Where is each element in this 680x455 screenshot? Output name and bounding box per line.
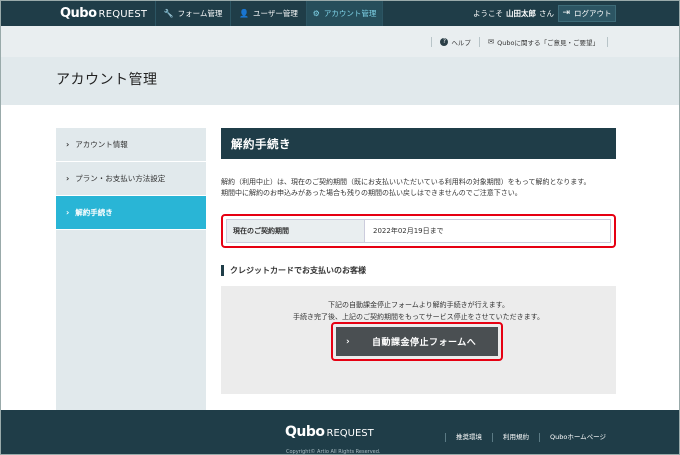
- contract-period-highlight: 現在のご契約期間 2022年02月19日まで: [221, 214, 616, 248]
- welcome-suffix: さん: [539, 8, 554, 18]
- mail-icon: ✉: [487, 37, 495, 46]
- top-nav: Qubo REQUEST 🔧 フォーム管理 👤 ユーザー管理 ⚙ アカウント管理…: [0, 0, 680, 26]
- auto-billing-stop-button[interactable]: › 自動課金停止フォームへ: [336, 327, 498, 356]
- sidebar-item-label: プラン・お支払い方法設定: [75, 174, 166, 183]
- page-title: アカウント管理: [56, 72, 158, 88]
- auto-billing-stop-label: 自動課金停止フォームへ: [372, 338, 477, 348]
- sidebar-item-account-info[interactable]: › アカウント情報: [56, 128, 206, 162]
- brand-logo-q: Qubo: [60, 5, 97, 21]
- section-title: 解約手続き: [221, 128, 616, 159]
- welcome-message: ようこそ 山田太郎 さん: [473, 8, 554, 19]
- sub-bar: ? ヘルプ ✉ Quboに関する「ご意見・ご要望」: [0, 26, 680, 57]
- nav-account-management-label: アカウント管理: [323, 8, 377, 18]
- nav-form-management[interactable]: 🔧 フォーム管理: [155, 0, 230, 26]
- description-line: 解約（利用中止）は、現在のご契約期間（既にお支払いいただいている利用料の対象期間…: [221, 178, 591, 186]
- copyright: Copyright© Artio All Rights Reserved.: [286, 449, 381, 455]
- help-link[interactable]: ヘルプ: [451, 37, 471, 47]
- user-name: 山田太郎: [506, 8, 536, 18]
- sidebar-item-plan-payment[interactable]: › プラン・お支払い方法設定: [56, 162, 206, 196]
- brand-logo-request: REQUEST: [98, 8, 148, 20]
- contract-period-value: 2022年02月19日まで: [365, 220, 610, 242]
- user-icon: 👤: [239, 8, 250, 18]
- sidebar-item-label: 解約手続き: [75, 208, 113, 217]
- cancellation-description: 解約（利用中止）は、現在のご契約期間（既にお支払いいただいている利用料の対象期間…: [221, 177, 616, 199]
- footer: Qubo REQUEST Copyright© Artio All Rights…: [0, 410, 680, 455]
- nav-account-management[interactable]: ⚙ アカウント管理: [306, 0, 383, 26]
- chevron-right-icon: ›: [66, 174, 70, 183]
- chevron-right-icon: ›: [346, 336, 350, 347]
- sidebar: › アカウント情報 › プラン・お支払い方法設定 › 解約手続き: [56, 128, 206, 410]
- stop-button-highlight: › 自動課金停止フォームへ: [331, 322, 503, 361]
- divider: [478, 36, 480, 47]
- logout-button[interactable]: ⇥ ログアウト: [558, 4, 616, 22]
- feedback-link[interactable]: Quboに関する「ご意見・ご要望」: [497, 37, 599, 47]
- help-icon: ?: [440, 37, 449, 46]
- credit-card-heading: クレジットカードでお支払いのお客様: [221, 265, 366, 276]
- page-title-bar: アカウント管理: [0, 57, 680, 105]
- description-line: 期間中に解約のお申込みがあった場合も残りの期間の払い戻しはできませんのでご注意下…: [221, 189, 522, 197]
- content-panel: 解約手続き 解約（利用中止）は、現在のご契約期間（既にお支払いいただいている利用…: [221, 128, 616, 394]
- logout-label: ログアウト: [574, 8, 612, 18]
- gear-icon: ⚙: [312, 8, 320, 18]
- divider: [607, 36, 608, 47]
- footer-logo[interactable]: Qubo REQUEST: [285, 424, 374, 440]
- footer-links: 推奨環境 利用規約 Quboホームページ: [444, 433, 616, 442]
- contract-period-table: 現在のご契約期間 2022年02月19日まで: [226, 219, 611, 243]
- footer-link-environment[interactable]: 推奨環境: [444, 433, 492, 442]
- logout-icon: ⇥: [562, 8, 571, 18]
- sidebar-item-label: アカウント情報: [75, 140, 128, 149]
- nav-user-management[interactable]: 👤 ユーザー管理: [230, 0, 306, 26]
- credit-card-panel: 下記の自動課金停止フォームより解約手続きが行えます。 手続き完了後、上記のご契約…: [221, 286, 616, 394]
- chevron-right-icon: ›: [66, 140, 70, 149]
- nav-user-management-label: ユーザー管理: [253, 8, 298, 18]
- sidebar-item-cancellation[interactable]: › 解約手続き: [56, 196, 206, 230]
- footer-logo-q: Qubo: [285, 424, 325, 440]
- welcome-prefix: ようこそ: [473, 8, 503, 18]
- wrench-icon: 🔧: [163, 8, 174, 18]
- nav-form-management-label: フォーム管理: [177, 8, 223, 18]
- credit-card-text: 下記の自動課金停止フォームより解約手続きが行えます。: [328, 301, 509, 309]
- footer-link-homepage[interactable]: Quboホームページ: [538, 433, 616, 442]
- chevron-right-icon: ›: [66, 208, 70, 217]
- footer-logo-request: REQUEST: [326, 428, 374, 439]
- divider: [431, 36, 433, 47]
- contract-period-label: 現在のご契約期間: [227, 220, 365, 242]
- footer-link-terms[interactable]: 利用規約: [491, 433, 539, 442]
- brand-logo[interactable]: Qubo REQUEST: [60, 6, 155, 21]
